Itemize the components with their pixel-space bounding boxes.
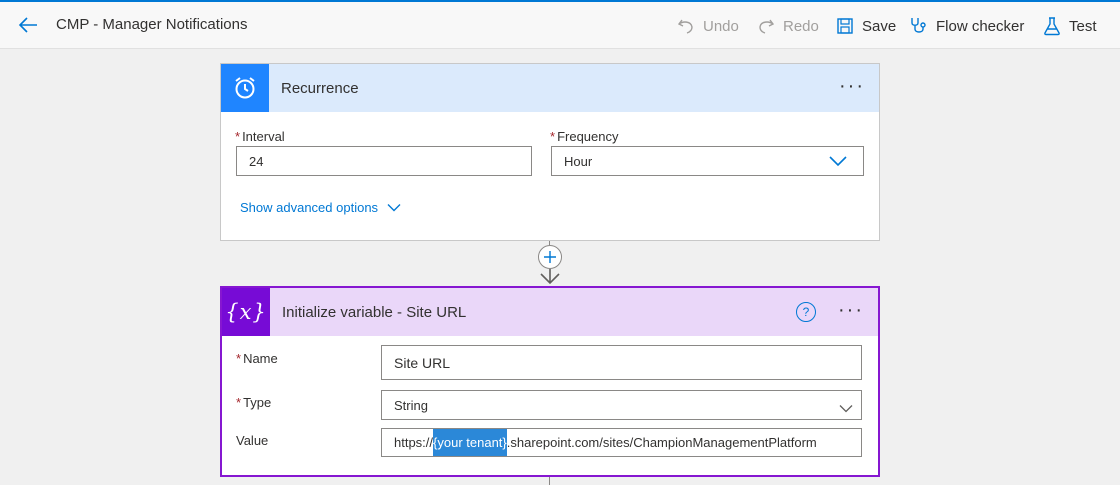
initialize-variable-card: {x} Initialize variable - Site URL ? ···… — [220, 286, 880, 477]
recurrence-card: Recurrence ··· * Interval 24 * Frequency H… — [220, 63, 880, 241]
required-marker: * — [236, 351, 242, 366]
undo-button[interactable]: Undo — [676, 13, 739, 39]
stethoscope-icon — [909, 16, 929, 36]
variable-value-label: Value — [236, 433, 269, 448]
arrow-down-icon — [540, 269, 560, 285]
frequency-dropdown[interactable]: Hour — [551, 146, 864, 176]
selected-tenant-placeholder: {your tenant} — [433, 429, 507, 456]
initialize-variable-header[interactable]: {x} Initialize variable - Site URL ? ··· — [222, 288, 878, 336]
show-advanced-options-label: Show advanced options — [240, 200, 379, 215]
required-marker: * — [235, 129, 241, 144]
value-prefix: https:// — [394, 435, 434, 450]
variable-name-input[interactable]: Site URL — [381, 345, 862, 380]
recurrence-header[interactable]: Recurrence ··· — [221, 64, 879, 112]
required-marker: * — [550, 129, 556, 144]
flow-checker-label: Flow checker — [936, 17, 1025, 35]
variable-value-input[interactable]: https://{your tenant} .sharepoint.com/sit… — [381, 428, 862, 457]
variable-name-label: * Name — [236, 351, 278, 366]
chevron-down-icon — [829, 155, 847, 170]
recurrence-title: Recurrence — [281, 79, 359, 97]
variable-name-label-text: Name — [243, 351, 278, 366]
chevron-down-icon — [839, 401, 853, 416]
recurrence-more-button[interactable]: ··· — [839, 76, 865, 96]
help-circle-icon[interactable]: ? — [796, 302, 816, 322]
interval-label-text: Interval — [242, 129, 285, 144]
flow-checker-button[interactable]: Flow checker — [909, 13, 1024, 39]
variable-type-dropdown[interactable]: String — [381, 390, 862, 420]
frequency-label-text: Frequency — [557, 129, 619, 144]
variable-type-label-text: Type — [243, 395, 272, 410]
value-suffix: .sharepoint.com/sites/ChampionManagement… — [506, 435, 817, 450]
save-button[interactable]: Save — [835, 13, 896, 39]
alarm-clock-icon — [221, 64, 269, 112]
interval-label: * Interval — [235, 129, 285, 144]
flow-title: CMP - Manager Notifications — [56, 16, 248, 33]
save-label: Save — [862, 17, 897, 35]
test-label: Test — [1069, 17, 1097, 35]
chevron-down-icon — [387, 203, 401, 212]
plus-icon — [544, 251, 556, 263]
interval-input[interactable]: 24 — [236, 146, 532, 176]
required-marker: * — [236, 395, 242, 410]
insert-step-button[interactable] — [538, 245, 562, 269]
variable-x-icon: {x} — [222, 288, 270, 336]
frequency-value: Hour — [564, 153, 593, 169]
frequency-label: * Frequency — [550, 129, 618, 144]
flask-icon — [1042, 16, 1062, 36]
initialize-variable-more-button[interactable]: ··· — [838, 300, 864, 320]
initialize-variable-title: Initialize variable - Site URL — [282, 303, 467, 321]
variable-type-value: String — [394, 397, 428, 413]
undo-label: Undo — [703, 17, 739, 35]
redo-button[interactable]: Redo — [756, 13, 819, 39]
redo-icon — [756, 16, 776, 36]
undo-icon — [676, 16, 696, 36]
show-advanced-options-link[interactable]: Show advanced options — [240, 200, 401, 215]
test-button[interactable]: Test — [1042, 13, 1097, 39]
redo-label: Redo — [783, 17, 819, 35]
save-icon — [835, 16, 855, 36]
back-arrow-icon[interactable] — [14, 12, 42, 38]
variable-type-label: * Type — [236, 395, 271, 410]
connector-line — [549, 477, 550, 485]
command-bar: CMP - Manager Notifications Undo Redo Sa… — [0, 0, 1120, 49]
